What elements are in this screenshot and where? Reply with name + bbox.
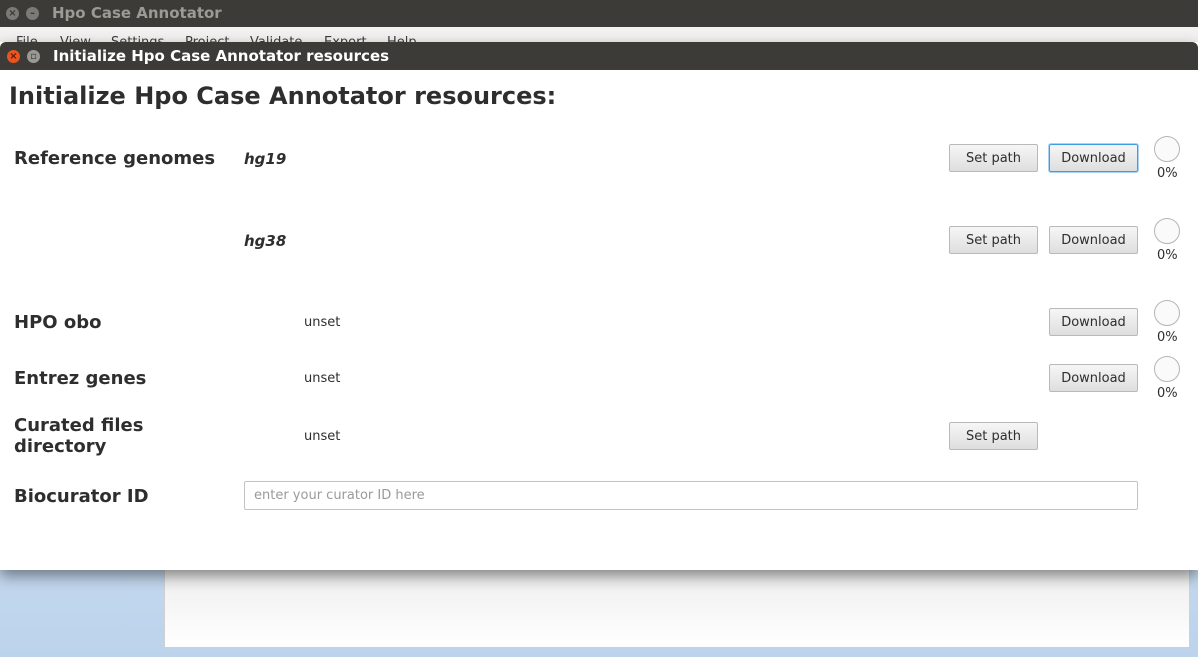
curated-files-label-line2: directory [14,436,107,457]
init-resources-dialog: × ▫ Initialize Hpo Case Annotator resour… [0,42,1198,570]
main-window-title: Hpo Case Annotator [52,4,222,22]
entrez-genes-path-value: unset [304,371,341,386]
hg38-label: hg38 [244,232,287,250]
hg38-set-path-button[interactable]: Set path [949,226,1038,254]
hpo-obo-label: HPO obo [14,312,102,333]
hpo-obo-progress-indicator [1154,300,1180,326]
biocurator-id-label: Biocurator ID [14,486,149,507]
hpo-obo-download-button[interactable]: Download [1049,308,1138,336]
hpo-obo-progress-text: 0% [1157,330,1178,345]
dialog-minimize-icon[interactable]: ▫ [27,50,40,63]
hg19-label: hg19 [244,150,287,168]
hg38-progress-indicator [1154,218,1180,244]
dialog-titlebar: × ▫ Initialize Hpo Case Annotator resour… [0,42,1198,70]
main-content-panel [164,560,1190,648]
curated-files-label: Curated files directory [14,415,143,457]
entrez-genes-progress-text: 0% [1157,386,1178,401]
hg19-progress-text: 0% [1157,166,1178,181]
hg19-set-path-button[interactable]: Set path [949,144,1038,172]
main-window-titlebar: × – Hpo Case Annotator [0,0,1198,27]
main-close-icon[interactable]: × [6,7,19,20]
hg38-progress-text: 0% [1157,248,1178,263]
biocurator-id-input[interactable] [244,481,1138,510]
dialog-close-icon[interactable]: × [7,50,20,63]
dialog-title: Initialize Hpo Case Annotator resources [53,47,390,65]
curated-files-label-line1: Curated files [14,415,144,436]
hg38-download-button[interactable]: Download [1049,226,1138,254]
curated-files-path-value: unset [304,429,341,444]
curated-files-set-path-button[interactable]: Set path [949,422,1038,450]
entrez-genes-download-button[interactable]: Download [1049,364,1138,392]
hg19-download-button[interactable]: Download [1049,144,1138,172]
entrez-genes-progress-indicator [1154,356,1180,382]
main-minimize-icon[interactable]: – [26,7,39,20]
dialog-heading: Initialize Hpo Case Annotator resources: [9,82,557,110]
hpo-obo-path-value: unset [304,315,341,330]
hg19-progress-indicator [1154,136,1180,162]
entrez-genes-label: Entrez genes [14,368,147,389]
reference-genomes-label: Reference genomes [14,148,216,169]
